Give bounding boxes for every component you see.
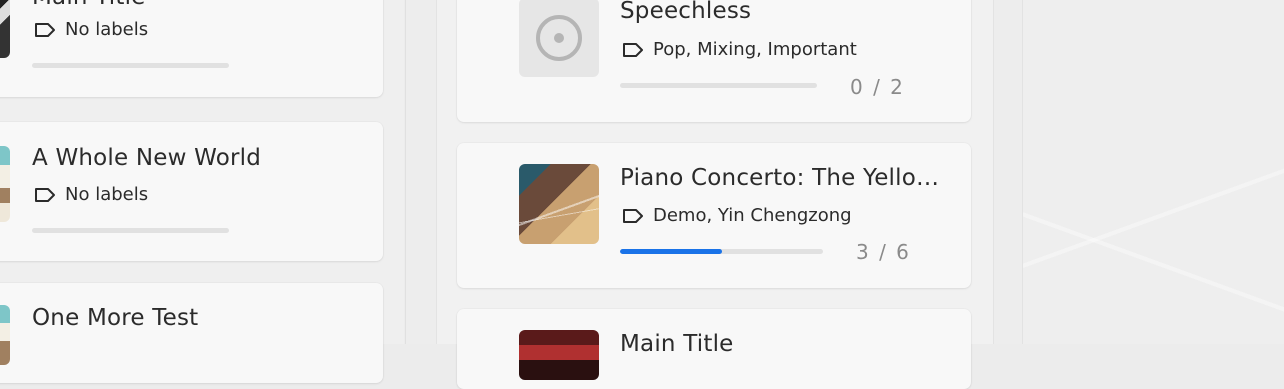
- labels-text: Pop, Mixing, Important: [653, 39, 857, 60]
- progress-fill: [620, 249, 722, 254]
- song-card[interactable]: One More Test: [0, 283, 383, 383]
- song-card[interactable]: A Whole New World No labels: [0, 122, 383, 261]
- song-card[interactable]: Main Title No labels: [0, 0, 383, 97]
- labels-text: No labels: [65, 19, 149, 40]
- background-area: [1022, 0, 1284, 344]
- song-card[interactable]: Speechless Pop, Mixing, Important 0 / 2: [457, 0, 971, 122]
- song-labels: Demo, Yin Chengzong: [622, 205, 852, 226]
- track-count: 3 / 6: [856, 240, 911, 264]
- labels-text: Demo, Yin Chengzong: [653, 205, 852, 226]
- album-thumbnail: [519, 330, 599, 380]
- song-title: Piano Concerto: The Yellow River: [620, 165, 950, 191]
- tag-icon: [623, 42, 643, 57]
- song-labels: No labels: [34, 19, 148, 40]
- tag-icon: [35, 187, 55, 202]
- album-thumbnail-placeholder: [519, 0, 599, 77]
- progress-bar: [620, 249, 823, 254]
- song-title: Speechless: [620, 0, 752, 24]
- song-title: A Whole New World: [32, 145, 262, 171]
- album-thumbnail: [0, 0, 10, 58]
- labels-text: No labels: [65, 184, 149, 205]
- song-title: Main Title: [32, 0, 362, 10]
- album-thumbnail: [519, 164, 599, 244]
- tag-icon: [35, 22, 55, 37]
- album-thumbnail: [0, 146, 10, 222]
- disc-icon: [536, 15, 582, 61]
- tag-icon: [623, 208, 643, 223]
- song-card[interactable]: Main Title: [457, 309, 971, 389]
- song-title: One More Test: [32, 305, 199, 331]
- progress-bar: [32, 228, 229, 233]
- album-thumbnail: [0, 305, 10, 365]
- song-labels: Pop, Mixing, Important: [622, 39, 857, 60]
- track-count: 0 / 2: [850, 75, 905, 99]
- song-card[interactable]: Piano Concerto: The Yellow River Demo, Y…: [457, 143, 971, 288]
- song-labels: No labels: [34, 184, 148, 205]
- song-title: Main Title: [620, 331, 734, 357]
- progress-bar: [620, 83, 817, 88]
- progress-bar: [32, 63, 229, 68]
